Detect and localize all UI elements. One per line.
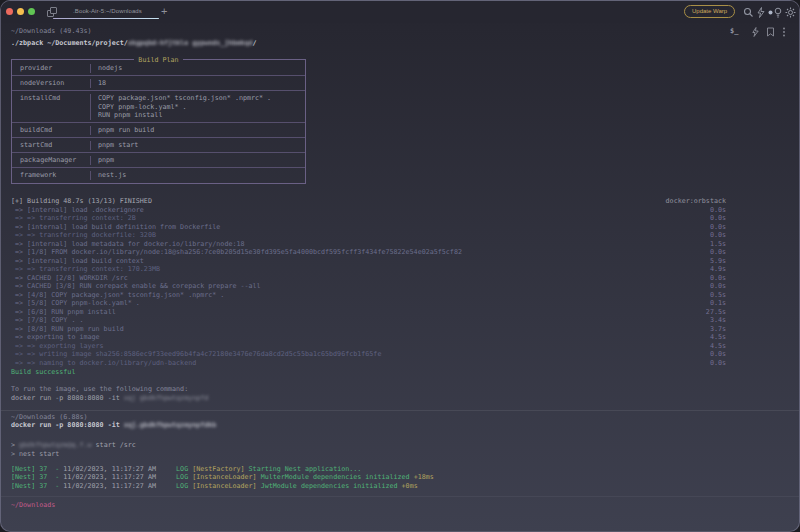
titlebar: .Book-Air-5:~/Downloads + Update Warp (1, 1, 799, 23)
nest-log-output: [Nest] 37 - 11/02/2023, 11:17:27 AM LOG … (11, 465, 434, 490)
close-window-button[interactable] (6, 8, 13, 15)
build-plan-value: nest.js (90, 171, 305, 180)
docker-build-step: => [4/8] COPY package.json* tsconfig.jso… (11, 291, 726, 300)
build-plan-key: installCmd (12, 94, 90, 120)
docker-build-steps: => [internal] load .dockerignore0.0s => … (11, 206, 726, 368)
build-plan-key: startCmd (12, 141, 90, 150)
terminal-prompt-icon[interactable]: $_ (730, 27, 738, 35)
block-divider-1 (1, 410, 799, 411)
build-plan-value: pnpm (90, 156, 305, 165)
terminal-content: ~/Downloads (49.43s) $_ ./zbpack ~/Docum… (1, 23, 799, 531)
build-plan-value: nodejs (90, 64, 305, 73)
docker-build-step: => => transferring context: 170.23MB4.9s (11, 265, 726, 274)
build-plan-value: pnpm start (90, 141, 305, 150)
notification-dot-icon (768, 10, 773, 15)
docker-build-step: => [6/8] RUN pnpm install27.5s (11, 308, 726, 317)
active-tab-underline (53, 18, 159, 19)
docker-build-step: => exporting to image4.5s (11, 333, 726, 342)
run-hint: To run the image, use the following comm… (11, 385, 188, 394)
block3-header: ~/Downloads (11, 501, 55, 510)
docker-build-step: => => naming to docker.io/library/udn-ba… (11, 359, 726, 368)
docker-build-step: => [internal] load build definition from… (11, 223, 726, 232)
docker-build-step: => [1/8] FROM docker.io/library/node:18@… (11, 248, 726, 257)
nest-log-line: [Nest] 37 - 11/02/2023, 11:17:27 AM LOG … (11, 482, 434, 490)
warp-terminal-window: .Book-Air-5:~/Downloads + Update Warp ~/… (0, 0, 800, 532)
build-plan-value: pnpm run build (90, 126, 305, 135)
build-plan-table: Build Plan provider nodejs nodeVersion 1… (11, 59, 306, 184)
build-plan-value: 18 (90, 79, 305, 88)
docker-build-step: => CACHED [3/8] RUN corepack enable && c… (11, 282, 726, 291)
bookmark-icon[interactable] (766, 27, 775, 37)
build-plan-row: packageManager pnpm (12, 152, 305, 167)
build-plan-row: framework nest.js (12, 167, 305, 182)
update-warp-button[interactable]: Update Warp (684, 5, 735, 18)
nest-log-line: [Nest] 37 - 11/02/2023, 11:17:27 AM LOG … (11, 473, 434, 482)
nest-log-line: [Nest] 37 - 11/02/2023, 11:17:27 AM LOG … (11, 465, 434, 474)
minimize-window-button[interactable] (17, 8, 24, 15)
new-window-icon[interactable] (47, 7, 58, 18)
docker-build-step: => => exporting layers4.5s (11, 342, 726, 351)
docker-build-step: => [5/8] COPY pnpm-lock.yaml* .0.1s (11, 299, 726, 308)
build-plan-row: buildCmd pnpm run build (12, 122, 305, 137)
docker-build-step: => [7/8] COPY . .3.4s (11, 316, 726, 325)
build-result-message: Build successful (11, 368, 75, 377)
build-plan-key: buildCmd (12, 126, 90, 135)
block2-command: docker run -p 8080:8080 -it xqj.gbdkfhpw… (11, 421, 216, 430)
lightning-icon[interactable] (756, 7, 766, 18)
run-command-suggestion: docker run -p 8080:8080 -it xqj gbdkfhpw… (11, 394, 208, 403)
build-plan-key: packageManager (12, 156, 90, 165)
build-plan-value: COPY package.json* tsconfig.json* .npmrc… (90, 94, 305, 120)
build-plan-row: startCmd pnpm start (12, 137, 305, 152)
docker-build-step: => CACHED [2/8] WORKDIR /src0.0s (11, 274, 726, 283)
tab-title[interactable]: .Book-Air-5:~/Downloads (65, 8, 150, 14)
settings-gear-icon[interactable] (785, 7, 796, 18)
build-plan-row: installCmd COPY package.json* tsconfig.j… (12, 90, 305, 122)
docker-build-step: => => writing image sha256:8586ec9f33eed… (11, 350, 726, 359)
build-plan-title: Build Plan (12, 56, 305, 65)
search-icon[interactable] (743, 7, 754, 18)
block1-header: ~/Downloads (49.43s) (11, 27, 92, 36)
build-plan-rows: provider nodejs nodeVersion 18 installCm… (12, 61, 305, 182)
block-lightning-icon[interactable] (751, 27, 760, 37)
docker-build-header-line: [+] Building 48.7s (13/13) FINISHEDdocke… (11, 197, 726, 206)
docker-build-log: [+] Building 48.7s (13/13) FINISHEDdocke… (11, 197, 726, 367)
nest-start-line: > nest start (11, 450, 59, 459)
build-plan-key: framework (12, 171, 90, 180)
new-tab-button[interactable]: + (161, 5, 167, 17)
build-plan-key: provider (12, 64, 90, 73)
docker-build-step: => [internal] load .dockerignore0.0s (11, 206, 726, 215)
docker-build-step: => => transferring dockerfile: 320B0.0s (11, 231, 726, 240)
bulb-icon[interactable] (773, 7, 783, 18)
build-plan-row: nodeVersion 18 (12, 75, 305, 90)
more-options-icon[interactable] (782, 27, 786, 37)
npm-script-line: > gbdkfhpwtqzm@q.f.w start /src (11, 441, 136, 450)
block1-command: ./zbpack ~/Documents/project/xkgpqbd-hfj… (11, 39, 257, 48)
docker-build-step: => [internal] load build context5.9s (11, 257, 726, 266)
zoom-window-button[interactable] (28, 8, 35, 15)
docker-build-step: => => transferring context: 2B0.0s (11, 214, 726, 223)
build-plan-key: nodeVersion (12, 79, 90, 88)
block-divider-2 (1, 496, 799, 497)
docker-build-step: => [internal] load metadata for docker.i… (11, 240, 726, 249)
docker-build-step: => [8/8] RUN pnpm run build3.7s (11, 325, 726, 334)
